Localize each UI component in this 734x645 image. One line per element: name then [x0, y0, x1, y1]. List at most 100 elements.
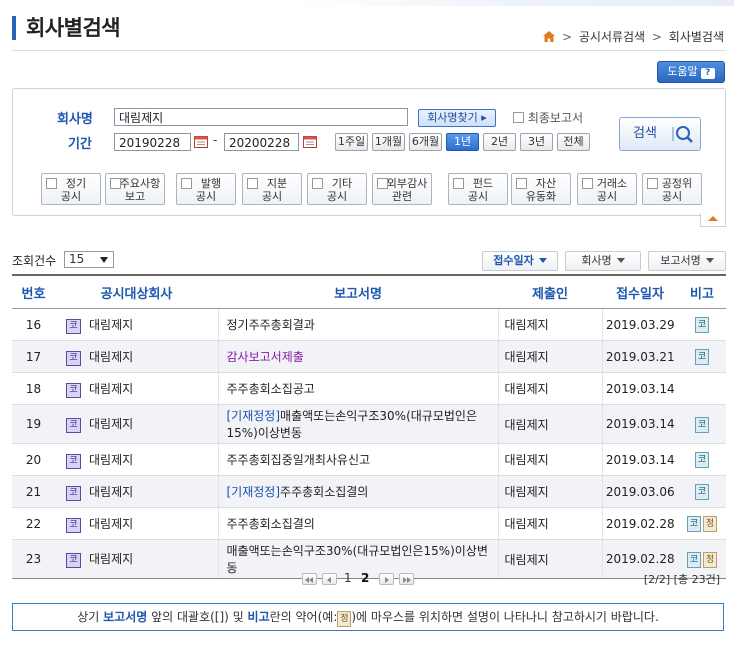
table-row[interactable]: 18 코 대림제지 주주총회소집공고 대림제지 2019.03.14 [12, 372, 726, 405]
sort-by-date-button[interactable]: 접수일자 [482, 251, 558, 271]
report-link[interactable]: 매출액또는손익구조30%(대규모법인은15%)이상변동 [227, 544, 488, 575]
checkbox-icon[interactable] [312, 178, 323, 189]
checkbox-icon[interactable] [647, 178, 658, 189]
checkbox-icon[interactable] [110, 178, 121, 189]
table-row[interactable]: 21 코 대림제지 [기재정정]주주총회소집결의 대림제지 2019.03.06 코 [12, 475, 726, 508]
cell-report[interactable]: 매출액또는손익구조30%(대규모법인은15%)이상변동 [217, 539, 498, 579]
category-filter-6[interactable]: 펀드 공시 [448, 173, 508, 205]
count-select[interactable]: 15 [64, 251, 114, 268]
category-filter-7[interactable]: 자산 유동화 [511, 173, 571, 205]
cell-report[interactable]: 주주총회소집공고 [217, 372, 498, 405]
correction-badge-icon[interactable]: 정 [703, 516, 717, 532]
company-link[interactable]: 대림제지 [89, 318, 133, 332]
company-link[interactable]: 대림제지 [89, 485, 133, 499]
report-prefix[interactable]: [기재정정] [227, 409, 281, 423]
category-filter-1[interactable]: 주요사항 보고 [105, 173, 165, 205]
calendar-icon[interactable] [194, 135, 208, 148]
next-page-button[interactable] [379, 573, 394, 585]
period-2-year-button[interactable]: 2년 [483, 133, 516, 151]
first-page-button[interactable] [302, 573, 317, 585]
last-page-button[interactable] [399, 573, 414, 585]
report-prefix[interactable]: [기재정정] [227, 485, 281, 499]
kosdaq-badge-icon[interactable]: 코 [695, 349, 709, 365]
company-link[interactable]: 대림제지 [89, 350, 133, 364]
period-1-year-button[interactable]: 1년 [446, 133, 479, 151]
page-link-2-current[interactable]: 2 [361, 571, 369, 585]
cell-report[interactable]: 감사보고서제출 [217, 340, 498, 373]
company-link[interactable]: 대림제지 [89, 517, 133, 531]
kosdaq-badge-icon[interactable]: 코 [687, 551, 701, 568]
search-button[interactable]: 검색 [619, 117, 701, 151]
category-filter-3[interactable]: 지분 공시 [242, 173, 302, 205]
category-filter-5[interactable]: 외부감사 관련 [372, 173, 432, 205]
cell-report[interactable]: 주주총회소집결의 [217, 507, 498, 540]
page-link-1[interactable]: 1 [344, 571, 352, 585]
end-date-input[interactable]: 20200228 [224, 133, 299, 151]
start-date-input[interactable]: 20190228 [114, 133, 191, 151]
category-filter-0[interactable]: 정기 공시 [41, 173, 101, 205]
category-filter-2[interactable]: 발행 공시 [176, 173, 236, 205]
period-1-month-button[interactable]: 1개월 [372, 133, 405, 151]
period-all-button[interactable]: 전체 [557, 133, 590, 151]
help-button[interactable]: 도움말? [657, 61, 725, 83]
breadcrumb-item-company-search[interactable]: 회사별검색 [669, 30, 724, 44]
report-link[interactable]: 정기주주총회결과 [227, 318, 315, 332]
kosdaq-badge-icon[interactable]: 코 [695, 416, 709, 433]
company-link[interactable]: 대림제지 [89, 417, 133, 431]
checkbox-icon[interactable] [516, 178, 527, 189]
checkbox-icon[interactable] [46, 178, 57, 189]
category-filter-4[interactable]: 기타 공시 [307, 173, 367, 205]
cell-company[interactable]: 코 대림제지 [55, 539, 218, 579]
cell-company[interactable]: 코 대림제지 [55, 404, 218, 444]
breadcrumb-item-filings[interactable]: 공시서류검색 [579, 30, 645, 44]
table-row[interactable]: 20 코 대림제지 주주총회집중일개최사유신고 대림제지 2019.03.14 코 [12, 443, 726, 476]
cell-company[interactable]: 코 대림제지 [55, 308, 218, 341]
cell-report[interactable]: 주주총회집중일개최사유신고 [217, 443, 498, 476]
cell-company[interactable]: 코 대림제지 [55, 340, 218, 373]
home-icon[interactable] [543, 31, 556, 42]
find-company-button[interactable]: 회사명찾기 ▸ [418, 109, 496, 127]
period-6-month-button[interactable]: 6개월 [409, 133, 442, 151]
report-link[interactable]: 주주총회소집결의 [227, 517, 315, 531]
cell-report[interactable]: [기재정정]매출액또는손익구조30%(대규모법인은15%)이상변동 [217, 404, 498, 444]
company-link[interactable]: 대림제지 [89, 552, 133, 566]
checkbox-icon[interactable] [453, 178, 464, 189]
cell-company[interactable]: 코 대림제지 [55, 372, 218, 405]
category-filter-8[interactable]: 거래소 공시 [577, 173, 637, 205]
table-row[interactable]: 17 코 대림제지 감사보고서제출 대림제지 2019.03.21 코 [12, 340, 726, 373]
kosdaq-badge-icon[interactable]: 코 [695, 452, 709, 468]
company-link[interactable]: 대림제지 [89, 382, 133, 396]
period-3-year-button[interactable]: 3년 [520, 133, 553, 151]
sort-by-report-button[interactable]: 보고서명 [648, 251, 726, 271]
checkbox-icon[interactable] [247, 178, 258, 189]
checkbox-icon[interactable] [377, 178, 388, 189]
kosdaq-badge-icon[interactable]: 코 [695, 484, 709, 500]
table-row[interactable]: 22 코 대림제지 주주총회소집결의 대림제지 2019.02.28 코 정 [12, 507, 726, 540]
report-link[interactable]: 주주총회소집결의 [280, 485, 368, 499]
checkbox-icon[interactable] [582, 178, 593, 189]
checkbox-icon[interactable] [513, 112, 524, 123]
sort-by-company-button[interactable]: 회사명 [565, 251, 641, 271]
cell-company[interactable]: 코 대림제지 [55, 443, 218, 476]
period-1-week-button[interactable]: 1주일 [335, 133, 368, 151]
company-link[interactable]: 대림제지 [89, 453, 133, 467]
report-link[interactable]: 감사보고서제출 [227, 350, 304, 364]
prev-page-button[interactable] [322, 573, 337, 585]
cell-company[interactable]: 코 대림제지 [55, 507, 218, 540]
table-row[interactable]: 16 코 대림제지 정기주주총회결과 대림제지 2019.03.29 코 [12, 308, 726, 341]
correction-badge-icon[interactable]: 정 [703, 551, 717, 568]
table-row[interactable]: 19 코 대림제지 [기재정정]매출액또는손익구조30%(대규모법인은15%)이상변동… [12, 404, 726, 444]
company-name-input[interactable]: 대림제지 [114, 108, 408, 126]
cell-company[interactable]: 코 대림제지 [55, 475, 218, 508]
category-filter-9[interactable]: 공정위 공시 [642, 173, 702, 205]
collapse-toggle[interactable] [700, 213, 726, 227]
calendar-icon[interactable] [303, 135, 317, 148]
cell-report[interactable]: [기재정정]주주총회소집결의 [217, 475, 498, 508]
report-link[interactable]: 주주총회집중일개최사유신고 [227, 453, 371, 467]
checkbox-icon[interactable] [181, 178, 192, 189]
kosdaq-badge-icon[interactable]: 코 [695, 317, 709, 333]
cell-report[interactable]: 정기주주총회결과 [217, 308, 498, 341]
final-report-checkbox[interactable]: 최종보고서 [513, 109, 583, 126]
report-link[interactable]: 주주총회소집공고 [227, 382, 315, 396]
kosdaq-badge-icon[interactable]: 코 [687, 516, 701, 532]
